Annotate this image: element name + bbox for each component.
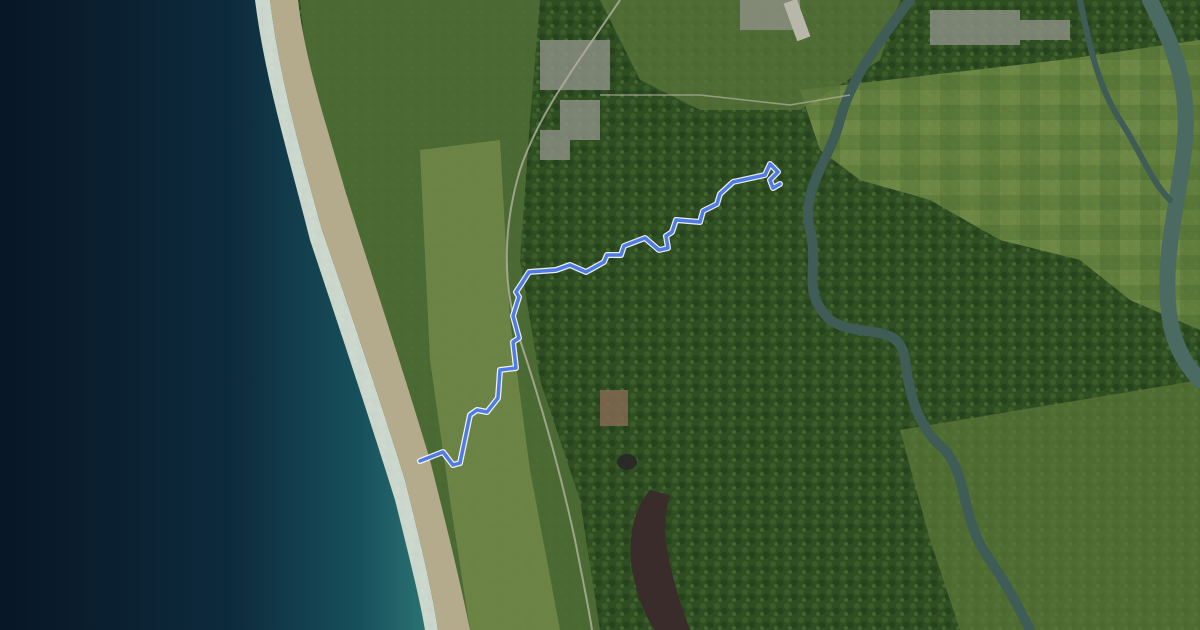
map-canvas[interactable]: [0, 0, 1200, 630]
satellite-map[interactable]: [0, 0, 1200, 630]
pond: [617, 454, 637, 470]
clearing: [600, 390, 628, 426]
